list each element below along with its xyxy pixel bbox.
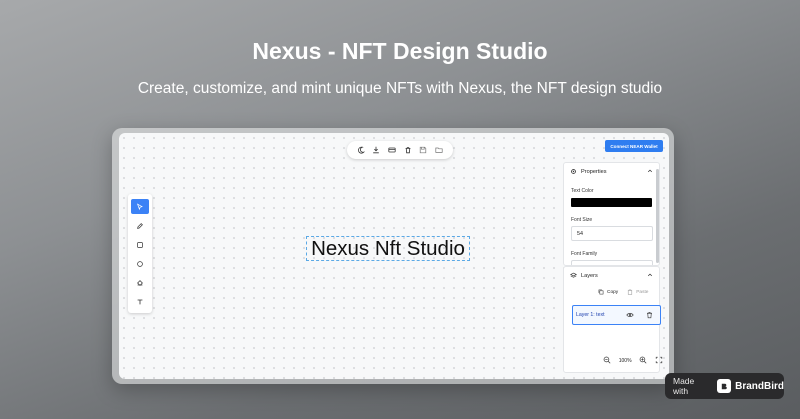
brand-name: BrandBird — [735, 380, 784, 392]
text-color-picker[interactable] — [571, 198, 652, 207]
brandbird-logo-icon — [717, 379, 732, 393]
text-color-label: Text Color — [571, 188, 594, 194]
fill-icon — [137, 279, 143, 286]
top-toolbar — [347, 141, 453, 159]
text-icon — [137, 299, 143, 304]
zoom-level: 100% — [618, 357, 632, 364]
copy-icon — [598, 289, 604, 295]
download-icon — [373, 146, 380, 154]
paste-button[interactable]: Paste — [627, 289, 648, 295]
connect-wallet-button[interactable]: Connect NEAR Wallet — [605, 140, 663, 152]
canvas-text-object[interactable]: Nexus Nft Studio — [306, 236, 470, 261]
font-size-label: Font Size — [571, 217, 593, 223]
gear-icon — [571, 169, 576, 174]
layer-item[interactable]: Layer 1: text — [572, 305, 661, 325]
tools-toolbar — [128, 194, 152, 313]
card-icon — [388, 147, 396, 153]
theme-toggle-button[interactable] — [355, 144, 367, 156]
layers-icon — [570, 272, 577, 278]
rectangle-tool[interactable] — [131, 237, 149, 252]
layers-header[interactable]: Layers — [564, 267, 659, 284]
moon-icon — [357, 146, 365, 154]
copy-paste-row: Copy Paste — [598, 289, 648, 295]
mint-button[interactable] — [386, 144, 398, 156]
square-icon — [137, 241, 143, 248]
made-with-label: Made with — [673, 376, 695, 396]
zoom-in-button[interactable] — [639, 356, 647, 366]
trash-icon — [405, 147, 411, 154]
paste-label: Paste — [636, 289, 649, 295]
chevron-up-icon — [647, 169, 653, 173]
zoom-in-icon — [639, 356, 647, 363]
zoom-controls: 100% — [601, 352, 665, 369]
design-canvas[interactable]: Connect NEAR Wallet Nexus Nft Studio Pro… — [119, 133, 669, 379]
pointer-icon — [136, 202, 143, 210]
properties-scrollbar[interactable] — [656, 169, 659, 263]
open-button[interactable] — [433, 144, 445, 156]
download-button[interactable] — [370, 144, 382, 156]
eye-icon[interactable] — [626, 311, 634, 319]
text-tool[interactable] — [131, 294, 149, 309]
page-subtitle: Create, customize, and mint unique NFTs … — [137, 80, 663, 97]
delete-button[interactable] — [402, 144, 414, 156]
pencil-tool[interactable] — [131, 218, 149, 233]
layer-label: Layer 1: text — [576, 312, 605, 318]
copy-label: Copy — [607, 289, 619, 295]
properties-title: Properties — [581, 168, 607, 175]
properties-panel: Properties Text Color Font Size 54 Font … — [563, 162, 660, 266]
fullscreen-icon — [655, 356, 663, 363]
circle-icon — [137, 260, 143, 267]
font-size-input[interactable]: 54 — [571, 226, 653, 241]
page-title: Nexus - NFT Design Studio — [252, 38, 548, 64]
made-with-badge[interactable]: Made with BrandBird — [665, 373, 784, 399]
circle-tool[interactable] — [131, 256, 149, 271]
select-tool[interactable] — [131, 199, 149, 214]
chevron-up-icon — [647, 273, 653, 277]
folder-icon — [435, 147, 443, 153]
trash-icon[interactable] — [646, 311, 653, 319]
zoom-out-button[interactable] — [603, 356, 611, 366]
zoom-out-icon — [603, 356, 611, 363]
fullscreen-button[interactable] — [655, 356, 663, 366]
fill-tool[interactable] — [131, 275, 149, 290]
clipboard-icon — [628, 289, 633, 295]
properties-header[interactable]: Properties — [564, 163, 659, 180]
layers-title: Layers — [581, 272, 598, 279]
save-icon — [420, 146, 427, 154]
copy-button[interactable]: Copy — [598, 289, 618, 295]
save-button[interactable] — [417, 144, 429, 156]
font-family-label: Font Family — [571, 251, 598, 257]
pencil-icon — [137, 222, 143, 229]
